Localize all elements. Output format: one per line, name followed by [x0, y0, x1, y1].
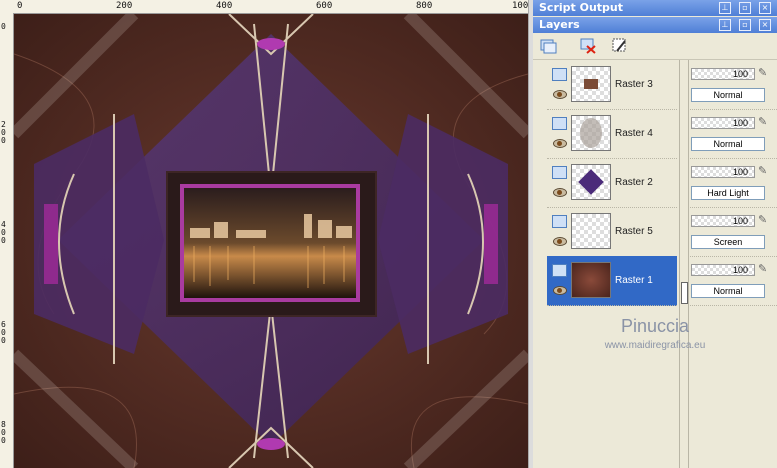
layer-row-raster-4[interactable]: Raster 4 — [547, 109, 677, 159]
layer-thumbnail — [571, 115, 611, 151]
ruler-label: 200 — [116, 1, 133, 11]
ruler-label: 4 0 0 — [1, 220, 6, 245]
layer-name: Raster 5 — [615, 226, 653, 237]
layer-properties-column: 100 ✎ Normal 100 ✎ Normal 100 ✎ Hard Lig… — [688, 60, 777, 310]
watermark-url: www.maidiregrafica.eu — [604, 340, 706, 351]
script-output-titlebar[interactable]: Script Output ⊥ ▫ × — [533, 0, 777, 16]
right-panel: Script Output ⊥ ▫ × Layers ⊥ ▫ × Raster … — [533, 0, 777, 468]
edit-brush-icon[interactable]: ✎ — [758, 262, 770, 276]
layer-props-raster-3: 100 ✎ Normal — [688, 60, 777, 110]
ruler-label: 600 — [316, 1, 333, 11]
blend-mode-select[interactable]: Screen — [691, 235, 765, 249]
layer-name: Raster 4 — [615, 128, 653, 139]
ruler-label: 0 — [17, 1, 23, 11]
layer-props-raster-2: 100 ✎ Hard Light — [688, 158, 777, 208]
ruler-label: 8 0 0 — [1, 420, 6, 445]
layers-title: Layers — [539, 18, 580, 31]
layer-row-raster-1[interactable]: Raster 1 — [547, 256, 677, 306]
layer-row-raster-5[interactable]: Raster 5 — [547, 207, 677, 257]
ruler-label: 6 0 0 — [1, 320, 6, 345]
blend-mode-select[interactable]: Normal — [691, 137, 765, 151]
opacity-slider[interactable]: 100 — [691, 68, 755, 80]
top-ruler: 0 200 400 600 800 1000 — [0, 0, 534, 14]
opacity-slider[interactable]: 100 — [691, 215, 755, 227]
splitter-handle[interactable] — [681, 282, 688, 304]
watermark-name: Pinuccia — [620, 316, 690, 336]
edit-brush-icon[interactable]: ✎ — [758, 213, 770, 227]
ruler-label: 800 — [416, 1, 433, 11]
opacity-slider[interactable]: 100 — [691, 117, 755, 129]
restore-icon[interactable]: ▫ — [739, 2, 751, 14]
layer-name: Raster 1 — [615, 275, 653, 286]
visibility-eye-icon[interactable] — [553, 139, 567, 148]
visibility-eye-icon[interactable] — [553, 286, 567, 295]
layer-thumbnail — [571, 262, 611, 298]
layer-row-raster-3[interactable]: Raster 3 — [547, 60, 677, 110]
image-canvas[interactable] — [14, 14, 528, 468]
ruler-label: 2 0 0 — [1, 120, 6, 145]
layer-name: Raster 2 — [615, 177, 653, 188]
layer-name: Raster 3 — [615, 79, 653, 90]
layers-titlebar[interactable]: Layers ⊥ ▫ × — [533, 17, 777, 33]
opacity-slider[interactable]: 100 — [691, 264, 755, 276]
layer-props-raster-1: 100 ✎ Normal — [688, 256, 777, 306]
delete-layer-icon[interactable] — [579, 37, 597, 55]
layer-thumbnail — [571, 164, 611, 200]
edit-brush-icon[interactable]: ✎ — [758, 66, 770, 80]
left-ruler: 0 2 0 0 4 0 0 6 0 0 8 0 0 — [0, 13, 14, 468]
new-layer-icon[interactable] — [539, 37, 557, 55]
opacity-slider[interactable]: 100 — [691, 166, 755, 178]
layer-row-raster-2[interactable]: Raster 2 — [547, 158, 677, 208]
layers-toolbar — [533, 33, 777, 60]
restore-icon[interactable]: ▫ — [739, 19, 751, 31]
raster-layer-icon — [552, 166, 567, 179]
layers-list: Raster 3 Raster 4 Raster 2 Raster 5 Rast… — [547, 60, 677, 310]
pin-icon[interactable]: ⊥ — [719, 2, 731, 14]
artwork — [14, 14, 528, 468]
raster-layer-icon — [552, 68, 567, 81]
layer-props-raster-4: 100 ✎ Normal — [688, 109, 777, 159]
edit-brush-icon[interactable]: ✎ — [758, 164, 770, 178]
ruler-label: 400 — [216, 1, 233, 11]
close-icon[interactable]: × — [759, 19, 771, 31]
ruler-label: 0 — [1, 22, 6, 31]
raster-layer-icon — [552, 215, 567, 228]
visibility-eye-icon[interactable] — [553, 90, 567, 99]
visibility-eye-icon[interactable] — [553, 237, 567, 246]
blend-mode-select[interactable]: Normal — [691, 284, 765, 298]
layer-properties-icon[interactable] — [611, 37, 629, 55]
pin-icon[interactable]: ⊥ — [719, 19, 731, 31]
script-output-title: Script Output — [539, 1, 624, 14]
layer-thumbnail — [571, 213, 611, 249]
edit-brush-icon[interactable]: ✎ — [758, 115, 770, 129]
blend-mode-select[interactable]: Hard Light — [691, 186, 765, 200]
layer-props-raster-5: 100 ✎ Screen — [688, 207, 777, 257]
raster-layer-icon — [552, 264, 567, 277]
layer-thumbnail — [571, 66, 611, 102]
blend-mode-select[interactable]: Normal — [691, 88, 765, 102]
raster-layer-icon — [552, 117, 567, 130]
visibility-eye-icon[interactable] — [553, 188, 567, 197]
close-icon[interactable]: × — [759, 2, 771, 14]
